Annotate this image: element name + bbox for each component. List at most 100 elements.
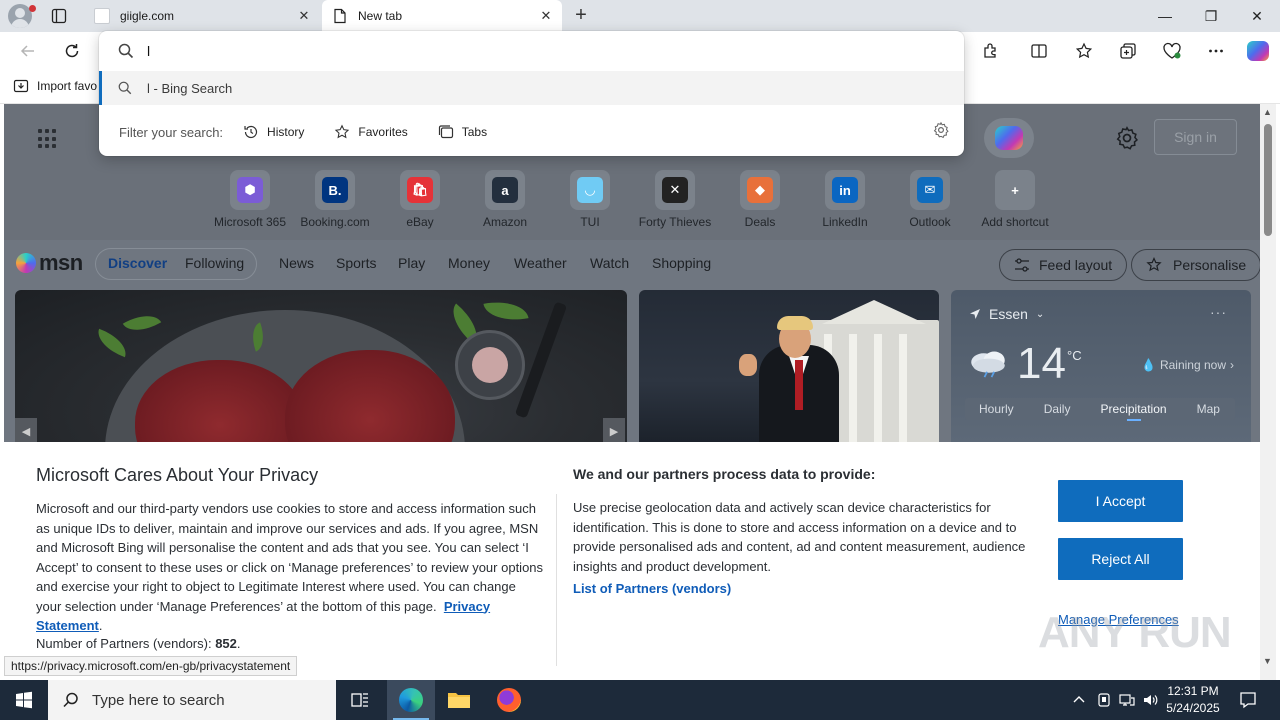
scroll-down-icon[interactable]: ▼ [1263, 656, 1272, 666]
taskbar-file-explorer[interactable] [435, 680, 483, 720]
nav-discover[interactable]: Discover [108, 255, 167, 271]
new-tab-page: Sign in ⬢ Microsoft 365 B. Booking.com 🛍 eBay… [4, 104, 1260, 680]
shortcut-logo-icon: ◡ [577, 177, 603, 203]
tray-device-icon[interactable] [1096, 692, 1112, 708]
nav-watch[interactable]: Watch [590, 255, 629, 271]
banner-divider [556, 494, 557, 666]
task-view-button[interactable] [336, 680, 384, 720]
tab-new-tab[interactable]: New tab ✕ [322, 0, 562, 32]
close-window-button[interactable]: ✕ [1234, 0, 1280, 32]
partners-list-link[interactable]: List of Partners (vendors) [573, 581, 731, 596]
taskbar-edge[interactable] [387, 680, 435, 720]
filter-favorites[interactable]: Favorites [334, 124, 408, 140]
address-input[interactable] [147, 41, 927, 61]
volume-icon[interactable] [1142, 692, 1158, 708]
nav-shopping[interactable]: Shopping [652, 255, 711, 271]
filter-history-label: History [267, 125, 305, 139]
privacy-title: Microsoft Cares About Your Privacy [36, 465, 319, 485]
weather-tab-hourly[interactable]: Hourly [979, 402, 1014, 416]
tab-close-icon[interactable]: ✕ [534, 8, 558, 24]
msn-logo[interactable]: msn [16, 250, 83, 276]
shortcut-tile[interactable]: ◡ TUI [549, 170, 631, 229]
tray-overflow-chevron-icon[interactable] [1071, 692, 1087, 708]
taskbar-firefox[interactable] [485, 680, 533, 720]
shortcut-tile[interactable]: in LinkedIn [804, 170, 886, 229]
restore-button[interactable]: ❐ [1188, 0, 1234, 32]
msn-nav-bar: msn Discover Following News Sports Play … [4, 240, 1260, 290]
shortcut-tile-bg: ⬢ [230, 170, 270, 210]
nav-following[interactable]: Following [185, 255, 244, 271]
shortcut-tile[interactable]: ◆ Deals [719, 170, 801, 229]
tab-giigle[interactable]: giigle.com ✕ [84, 0, 320, 32]
nav-news[interactable]: News [279, 255, 314, 271]
app-launcher-icon[interactable] [38, 129, 58, 149]
shortcut-label: Add shortcut [981, 215, 1049, 229]
weather-tab-map[interactable]: Map [1197, 402, 1220, 416]
scroll-up-icon[interactable]: ▲ [1263, 107, 1272, 117]
filter-history[interactable]: History [243, 124, 304, 140]
weather-card[interactable]: Essen ⌄ ··· 14 °C 💧 Raining now › Hourly… [951, 290, 1251, 442]
suggestion-item[interactable]: l - Bing Search [99, 71, 964, 105]
copilot-sidebar-button[interactable] [1246, 39, 1270, 63]
puzzle-icon [984, 43, 996, 58]
sliders-icon [1015, 258, 1029, 272]
collections-button[interactable] [1116, 39, 1140, 63]
tab-actions-icon[interactable] [51, 8, 67, 24]
weather-tab-daily[interactable]: Daily [1044, 402, 1071, 416]
shortcut-tile[interactable]: ✕ Forty Thieves [634, 170, 716, 229]
news-card-photo[interactable] [639, 290, 939, 442]
start-button[interactable] [0, 680, 48, 720]
copilot-button[interactable] [984, 118, 1034, 158]
taskbar-search-box[interactable]: Type here to search [48, 680, 336, 720]
taskbar-clock[interactable]: 12:31 PM 5/24/2025 [1160, 683, 1226, 717]
nav-sports[interactable]: Sports [336, 255, 376, 271]
sign-in-button[interactable]: Sign in [1154, 119, 1237, 155]
shortcut-tile[interactable]: a Amazon [464, 170, 546, 229]
news-card-food-image[interactable]: ◀ ▶ [15, 290, 627, 442]
minimize-button[interactable]: — [1142, 0, 1188, 32]
network-icon[interactable] [1119, 692, 1135, 708]
personalise-button[interactable]: Personalise [1131, 249, 1260, 281]
weather-tab-precipitation[interactable]: Precipitation [1101, 402, 1167, 421]
back-button[interactable] [16, 39, 40, 63]
extensions-button[interactable] [979, 39, 1003, 63]
import-favorites-item[interactable]: Import favo [13, 78, 97, 94]
shortcut-tile[interactable]: + Add shortcut [974, 170, 1056, 229]
filter-tabs[interactable]: Tabs [438, 124, 487, 140]
nav-money[interactable]: Money [448, 255, 490, 271]
taskbar-search-placeholder: Type here to search [92, 691, 225, 709]
salt-bowl [455, 330, 525, 400]
favorites-button[interactable] [1072, 39, 1096, 63]
shortcut-tile[interactable]: ⬢ Microsoft 365 [209, 170, 291, 229]
page-scrollbar[interactable]: ▲ ▼ [1260, 104, 1276, 680]
shortcut-tile[interactable]: ✉ Outlook [889, 170, 971, 229]
reject-all-button[interactable]: Reject All [1058, 538, 1183, 580]
notification-center-icon[interactable] [1239, 691, 1257, 709]
browser-essentials-button[interactable] [1160, 39, 1184, 63]
weather-location[interactable]: Essen ⌄ [969, 306, 1044, 322]
nav-weather[interactable]: Weather [514, 255, 567, 271]
carousel-prev-icon[interactable]: ◀ [15, 418, 37, 442]
settings-more-button[interactable] [1204, 39, 1228, 63]
shortcut-tile[interactable]: 🛍 eBay [379, 170, 461, 229]
feed-layout-button[interactable]: Feed layout [999, 249, 1128, 281]
page-settings-gear-icon[interactable] [1114, 125, 1140, 151]
weather-condition[interactable]: 💧 Raining now › [1141, 358, 1234, 372]
shortcut-label: Booking.com [300, 215, 370, 229]
nav-play[interactable]: Play [398, 255, 425, 271]
scroll-thumb[interactable] [1264, 124, 1272, 236]
split-screen-button[interactable] [1027, 39, 1051, 63]
shortcut-tile[interactable]: B. Booking.com [294, 170, 376, 229]
chevron-right-icon: › [1230, 358, 1234, 372]
carousel-next-icon[interactable]: ▶ [603, 418, 625, 442]
weather-more-icon[interactable]: ··· [1210, 304, 1227, 320]
folder-icon [448, 693, 470, 708]
new-tab-button[interactable]: + [570, 5, 592, 27]
shortcut-logo-icon: ◆ [747, 177, 773, 203]
weather-temperature: 14 [1017, 339, 1066, 388]
gear-icon[interactable] [932, 121, 950, 139]
refresh-button[interactable] [60, 39, 84, 63]
shortcut-tile-bg: B. [315, 170, 355, 210]
tab-close-icon[interactable]: ✕ [292, 8, 316, 24]
accept-button[interactable]: I Accept [1058, 480, 1183, 522]
